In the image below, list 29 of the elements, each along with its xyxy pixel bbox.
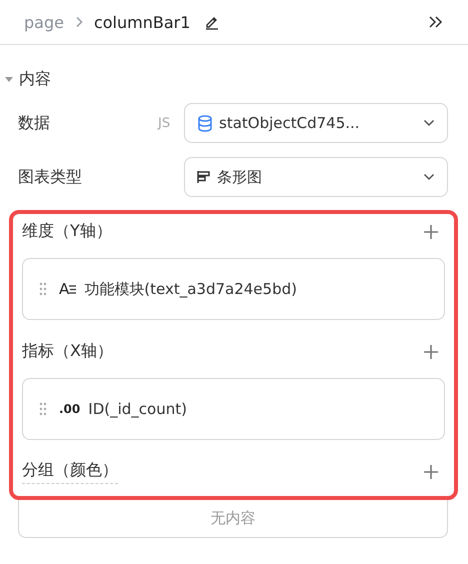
collapse-icon[interactable] xyxy=(428,15,444,29)
add-icon[interactable] xyxy=(423,464,439,480)
select-value: 条形图 xyxy=(217,168,263,186)
type-mark: A xyxy=(59,280,70,298)
chevron-right-icon xyxy=(74,16,84,28)
empty-drop-zone: 无内容 xyxy=(18,500,448,538)
drag-handle-icon[interactable] xyxy=(39,282,47,296)
add-icon[interactable] xyxy=(423,224,439,240)
select-field[interactable]: 条形图 xyxy=(184,157,448,197)
field-item[interactable]: ID(_id_count) xyxy=(88,400,187,418)
select-value: statObjectCd745... xyxy=(219,114,361,132)
bar-chart-icon xyxy=(197,170,211,184)
section-title: 内容 xyxy=(19,69,51,90)
add-icon[interactable] xyxy=(423,344,439,360)
select-field[interactable]: statObjectCd745... xyxy=(184,103,448,143)
drag-handle-icon[interactable] xyxy=(39,402,47,416)
component-name: columnBar1 xyxy=(94,12,190,32)
group-title: 指标（X轴） xyxy=(22,340,113,362)
group-title: 维度（Y轴） xyxy=(22,220,112,242)
chevron-down-icon xyxy=(423,173,435,181)
field-label: 数据 xyxy=(18,112,51,134)
field-label: 图表类型 xyxy=(18,166,83,188)
lines-icon xyxy=(69,284,76,294)
field-item[interactable]: 功能模块(text_a3d7a24e5bd) xyxy=(84,280,297,298)
group-title: 分组（颜色） xyxy=(22,460,118,484)
type-mark: .00 xyxy=(59,402,80,416)
database-icon xyxy=(197,114,213,132)
caret-down-icon[interactable] xyxy=(5,76,13,82)
chevron-down-icon xyxy=(423,119,435,127)
